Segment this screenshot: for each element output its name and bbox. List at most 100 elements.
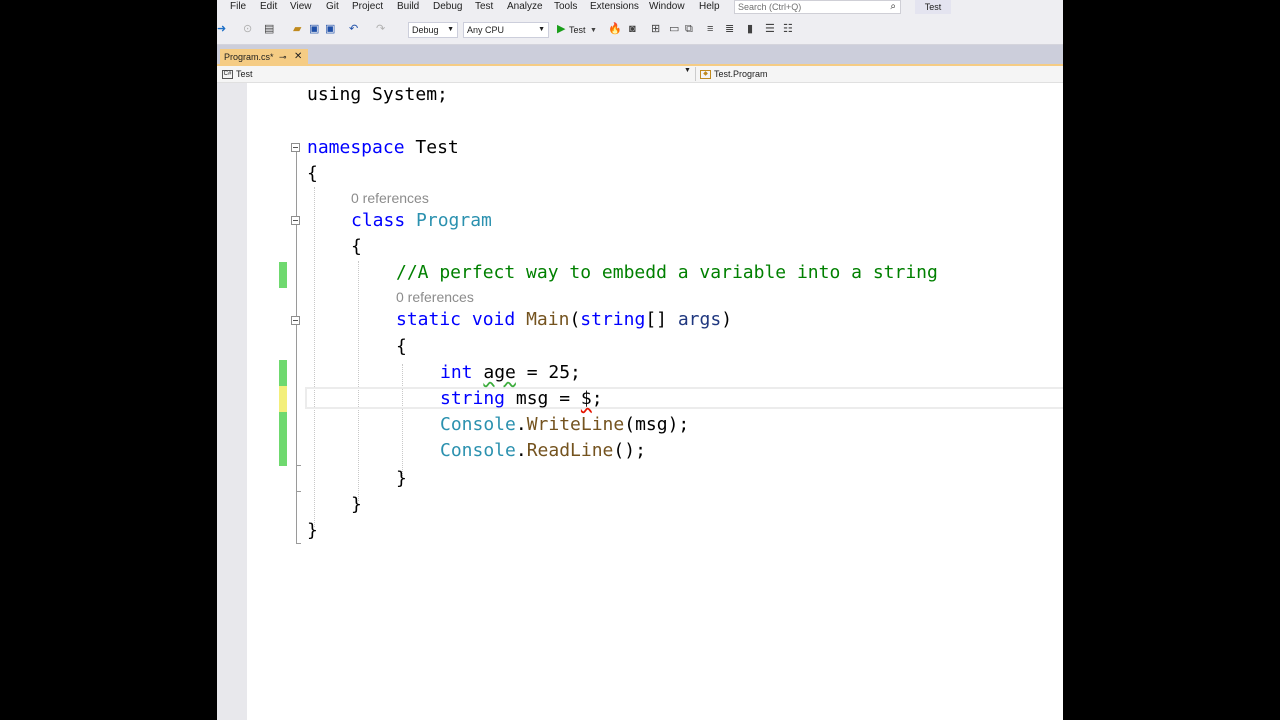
- open-file-icon[interactable]: ▰: [293, 23, 301, 35]
- code-line-readline: Console.ReadLine();: [440, 440, 646, 462]
- comment-icon[interactable]: ☰: [765, 23, 775, 35]
- bookmark-icon[interactable]: ▮: [747, 23, 753, 35]
- code-editor[interactable]: using System; namespace Test { 0 referen…: [217, 83, 1063, 720]
- standard-toolbar: ➜ ⊙ ▤ ▰ ▣ ▣ ↶ ↷ Debug ▼ Any CPU ▼ ▶ Test…: [217, 15, 1063, 45]
- paren: ): [721, 309, 733, 330]
- chevron-down-icon[interactable]: ▼: [684, 67, 691, 74]
- configuration-value: Debug: [412, 25, 439, 35]
- menu-edit[interactable]: Edit: [260, 1, 277, 13]
- menu-build[interactable]: Build: [397, 1, 419, 13]
- chevron-down-icon[interactable]: ▼: [590, 25, 597, 37]
- indent-icon[interactable]: ≡: [707, 23, 713, 35]
- outline-end: [296, 543, 301, 544]
- outline-end: [296, 465, 301, 466]
- platform-select[interactable]: Any CPU ▼: [463, 22, 549, 38]
- readline-method: ReadLine: [526, 440, 614, 461]
- solution-name-badge[interactable]: Test: [915, 0, 951, 14]
- window-icon[interactable]: ⧉: [685, 23, 693, 35]
- uncomment-icon[interactable]: ☷: [783, 23, 793, 35]
- codelens-main-references[interactable]: 0 references: [396, 289, 474, 305]
- camera-icon[interactable]: ◙: [629, 23, 636, 35]
- assignment-value: = 25;: [515, 362, 581, 383]
- code-line-comment: //A perfect way to embedd a variable int…: [396, 262, 938, 283]
- string-keyword: string: [440, 388, 506, 409]
- menu-extensions[interactable]: Extensions: [590, 1, 639, 13]
- tab-program-cs[interactable]: Program.cs* ⊸ ✕: [220, 49, 308, 65]
- menu-tools[interactable]: Tools: [554, 1, 577, 13]
- outdent-icon[interactable]: ≣: [725, 23, 734, 35]
- new-project-icon[interactable]: ▤: [264, 23, 274, 35]
- class-icon: ◆: [700, 70, 711, 80]
- chevron-down-icon: ▼: [447, 26, 454, 33]
- menu-file[interactable]: File: [230, 1, 246, 13]
- indent-guide: [314, 187, 315, 527]
- namespace-name: Test: [415, 137, 459, 158]
- code-line-brace: }: [396, 468, 407, 490]
- menu-debug[interactable]: Debug: [433, 1, 462, 13]
- search-icon: ⌕: [890, 1, 896, 12]
- search-placeholder: Search (Ctrl+Q): [738, 2, 802, 12]
- open-brace: {: [396, 336, 407, 357]
- close-icon[interactable]: ✕: [294, 49, 302, 65]
- class-name: Program: [416, 210, 492, 231]
- start-button-label[interactable]: Test: [569, 24, 586, 36]
- menu-window[interactable]: Window: [649, 1, 685, 13]
- browse-icon[interactable]: ⊞: [651, 23, 660, 35]
- indent-guide: [358, 261, 359, 501]
- code-line-namespace: namespace Test: [307, 137, 459, 159]
- console-class: Console: [440, 414, 516, 435]
- close-brace: }: [351, 494, 362, 515]
- menu-help[interactable]: Help: [699, 1, 720, 13]
- save-all-icon[interactable]: ▣: [325, 23, 335, 35]
- change-bar-unsaved: [279, 386, 287, 412]
- collapse-namespace-toggle[interactable]: [291, 143, 300, 152]
- type-dropdown[interactable]: ◆ Test.Program: [695, 67, 1060, 81]
- navigate-back-icon[interactable]: ➜: [217, 23, 226, 35]
- paren: (: [569, 309, 581, 330]
- indent-guide: [402, 364, 403, 476]
- semicolon: ;: [591, 388, 603, 409]
- code-line-main-signature: static void Main(string[] args): [396, 309, 732, 331]
- array-brackets: []: [645, 309, 667, 330]
- menu-view[interactable]: View: [290, 1, 312, 13]
- string-keyword: string: [580, 309, 646, 330]
- search-input[interactable]: Search (Ctrl+Q) ⌕: [734, 0, 901, 14]
- code-line-brace: {: [351, 236, 362, 258]
- save-icon[interactable]: ▣: [309, 23, 319, 35]
- project-dropdown[interactable]: C# Test: [222, 67, 692, 81]
- menu-test[interactable]: Test: [475, 1, 493, 13]
- code-line-brace: {: [396, 336, 407, 358]
- hot-reload-icon[interactable]: 🔥: [608, 23, 622, 35]
- void-keyword: void: [471, 309, 516, 330]
- writeline-args: (msg);: [624, 414, 690, 435]
- msg-declaration: msg =: [505, 388, 581, 409]
- undo-icon[interactable]: ↶: [349, 23, 358, 35]
- using-statement: using System;: [307, 84, 448, 105]
- navigate-forward-icon[interactable]: ⊙: [243, 23, 252, 35]
- current-line-highlight: [305, 387, 1063, 409]
- console-class: Console: [440, 440, 516, 461]
- menu-analyze[interactable]: Analyze: [507, 1, 543, 13]
- redo-icon[interactable]: ↷: [376, 23, 385, 35]
- visual-studio-window: File Edit View Git Project Build Debug T…: [217, 0, 1063, 720]
- dot: .: [515, 414, 527, 435]
- code-line-string-msg: string msg = $;: [440, 388, 603, 410]
- change-bar-saved: [279, 412, 287, 466]
- layout-icon[interactable]: ▭: [669, 23, 679, 35]
- start-icon[interactable]: ▶: [557, 23, 565, 35]
- method-name: Main: [526, 309, 570, 330]
- navigation-bar: C# Test ▼ ◆ Test.Program: [217, 66, 1063, 83]
- configuration-select[interactable]: Debug ▼: [408, 22, 458, 38]
- document-tab-well: Program.cs* ⊸ ✕: [217, 45, 1063, 65]
- collapse-class-toggle[interactable]: [291, 216, 300, 225]
- menu-git[interactable]: Git: [326, 1, 339, 13]
- code-line-int-age: int age = 25;: [440, 362, 581, 384]
- pin-icon[interactable]: ⊸: [279, 49, 287, 65]
- type-name: Test.Program: [714, 69, 768, 79]
- menu-project[interactable]: Project: [352, 1, 383, 13]
- collapse-method-toggle[interactable]: [291, 316, 300, 325]
- open-brace: {: [307, 163, 318, 184]
- codelens-class-references[interactable]: 0 references: [351, 190, 429, 206]
- class-keyword: class: [351, 210, 406, 231]
- outline-end: [296, 491, 301, 492]
